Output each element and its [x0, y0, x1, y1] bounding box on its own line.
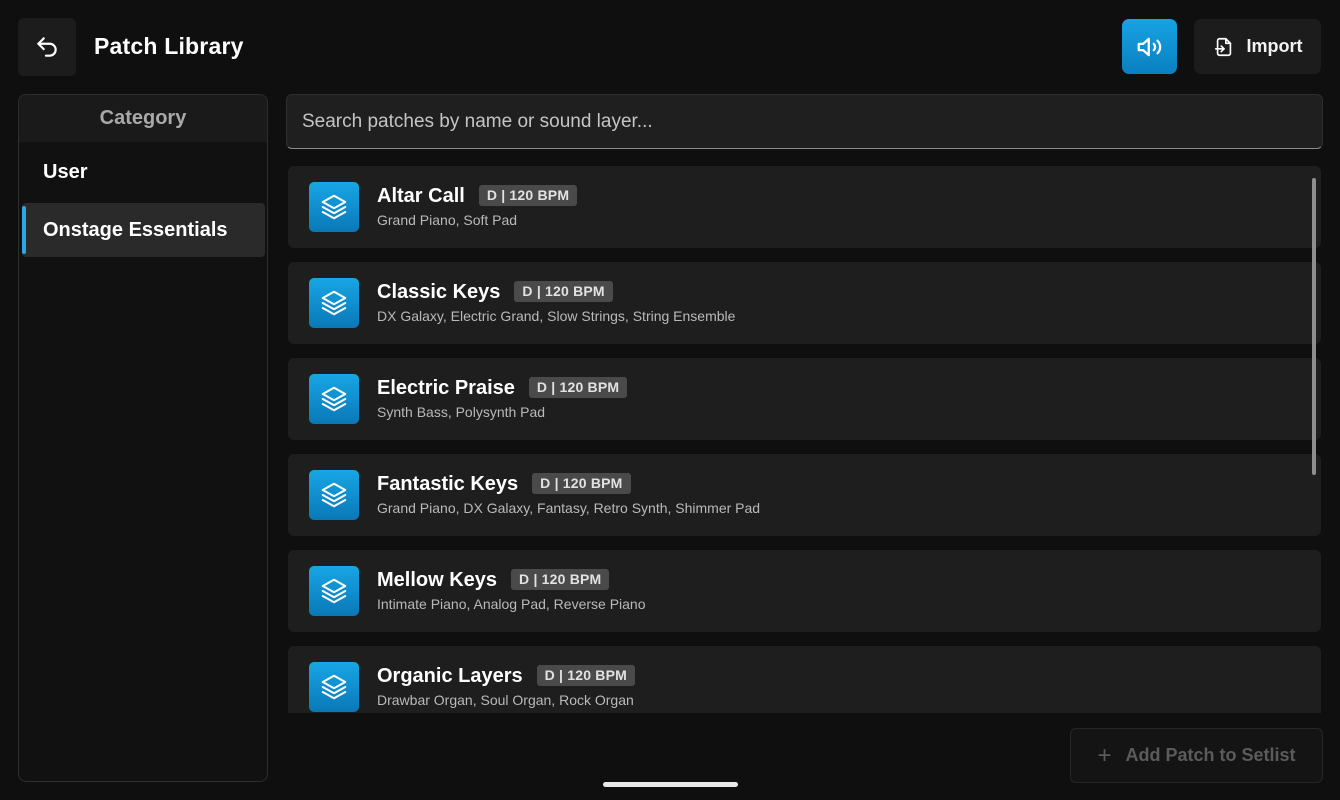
- patch-layers: Intimate Piano, Analog Pad, Reverse Pian…: [377, 596, 646, 612]
- patch-name: Mellow Keys: [377, 569, 498, 591]
- patch-card[interactable]: Mellow Keys D | 120 BPM Intimate Piano, A…: [288, 550, 1321, 632]
- add-patch-to-setlist-button[interactable]: + Add Patch to Setlist: [1070, 728, 1323, 783]
- sidebar-item-onstage-essentials[interactable]: Onstage Essentials: [22, 203, 265, 257]
- back-button[interactable]: [18, 18, 76, 76]
- patch-list[interactable]: Altar Call D | 120 BPM Grand Piano, Soft …: [288, 166, 1322, 713]
- patch-card[interactable]: Organic Layers D | 120 BPM Drawbar Organ,…: [288, 646, 1321, 713]
- layers-icon: [309, 566, 359, 616]
- plus-icon: +: [1097, 741, 1112, 769]
- category-heading: Category: [19, 95, 267, 142]
- patch-name: Classic Keys: [377, 281, 501, 303]
- patch-library-screen: Patch Library Import Category User Onsta…: [0, 0, 1340, 800]
- layers-icon: [309, 278, 359, 328]
- search-input[interactable]: [286, 94, 1323, 149]
- key-bpm-badge: D | 120 BPM: [511, 569, 610, 590]
- home-indicator: [603, 782, 738, 787]
- file-import-icon: [1214, 37, 1231, 56]
- undo-arrow-icon: [37, 37, 57, 57]
- page-title: Patch Library: [94, 33, 244, 59]
- key-bpm-badge: D | 120 BPM: [478, 185, 578, 206]
- patch-name: Electric Praise: [377, 377, 515, 399]
- patch-layers: Grand Piano, Soft Pad: [377, 212, 518, 228]
- sidebar-item-user[interactable]: User: [22, 145, 265, 199]
- patch-name: Altar Call: [377, 185, 465, 207]
- layers-icon: [309, 470, 359, 520]
- layers-icon: [309, 374, 359, 424]
- patch-layers: Grand Piano, DX Galaxy, Fantasy, Retro S…: [377, 500, 761, 516]
- patch-layers: Synth Bass, Polysynth Pad: [377, 404, 546, 420]
- patch-card[interactable]: Fantastic Keys D | 120 BPM Grand Piano, D…: [288, 454, 1321, 536]
- speaker-volume-icon: [1137, 37, 1161, 56]
- key-bpm-badge: D | 120 BPM: [532, 473, 631, 494]
- key-bpm-badge: D | 120 BPM: [514, 281, 613, 302]
- speaker-button[interactable]: [1122, 19, 1177, 74]
- key-bpm-badge: D | 120 BPM: [536, 665, 635, 686]
- add-patch-label: Add Patch to Setlist: [1125, 745, 1296, 765]
- patch-name: Organic Layers: [377, 665, 523, 687]
- patch-layers: Drawbar Organ, Soul Organ, Rock Organ: [377, 692, 634, 708]
- key-bpm-badge: D | 120 BPM: [528, 377, 628, 398]
- patch-card[interactable]: Classic Keys D | 120 BPM DX Galaxy, Elect…: [288, 262, 1321, 344]
- patch-card[interactable]: Electric Praise D | 120 BPM Synth Bass, P…: [288, 358, 1321, 440]
- sidebar-item-label: User: [43, 160, 88, 183]
- patch-card[interactable]: Altar Call D | 120 BPM Grand Piano, Soft …: [288, 166, 1321, 248]
- sidebar-item-label: Onstage Essentials: [43, 218, 228, 241]
- patch-name: Fantastic Keys: [377, 473, 519, 495]
- list-scrollbar[interactable]: [1312, 178, 1316, 475]
- category-sidebar: Category User Onstage Essentials: [18, 94, 268, 782]
- layers-icon: [309, 662, 359, 712]
- import-label: Import: [1246, 36, 1303, 56]
- layers-icon: [309, 182, 359, 232]
- import-button[interactable]: Import: [1194, 19, 1321, 74]
- patch-layers: DX Galaxy, Electric Grand, Slow Strings,…: [377, 308, 736, 324]
